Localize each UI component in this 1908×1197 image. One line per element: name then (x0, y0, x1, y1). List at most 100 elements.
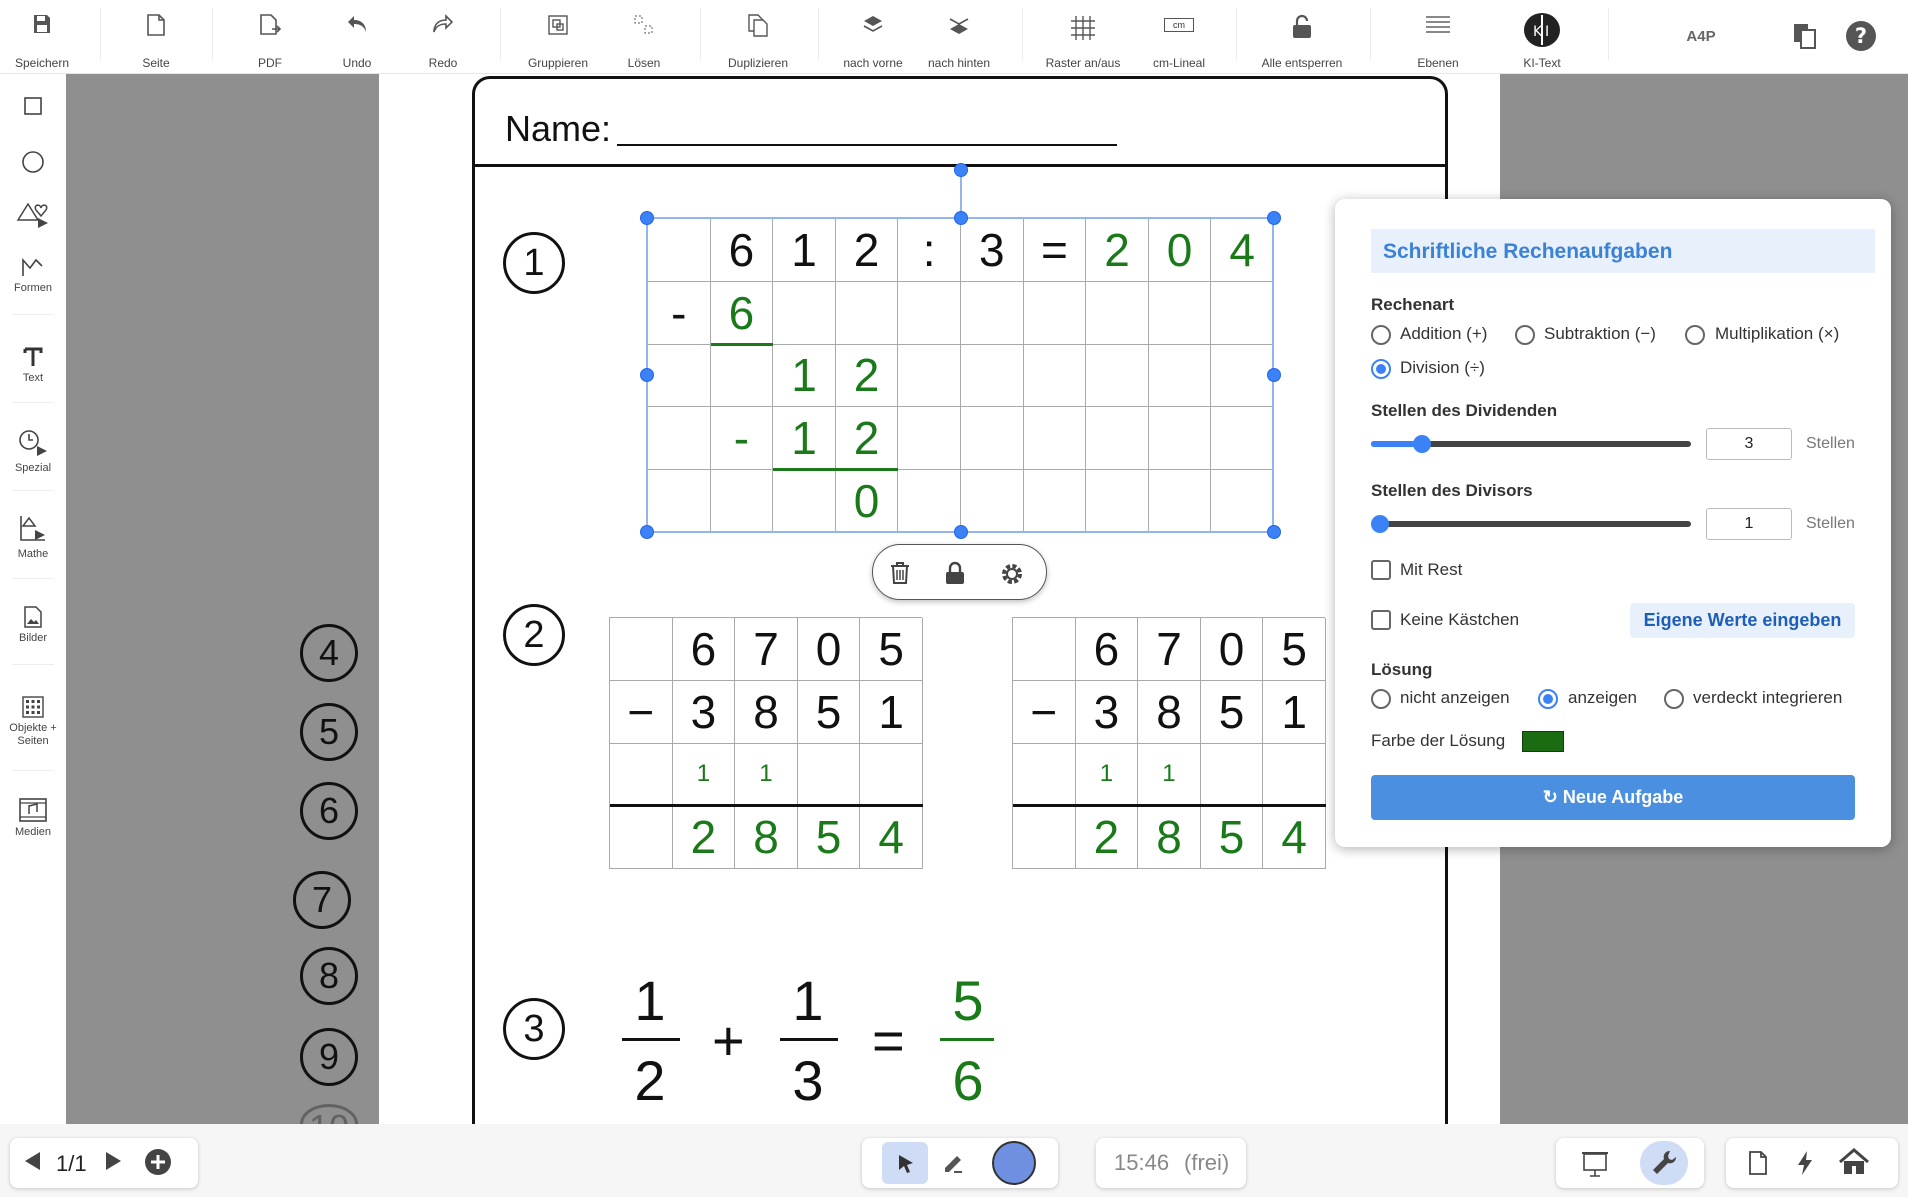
op-division-radio[interactable] (1371, 359, 1391, 379)
divisor-slider-knob[interactable] (1371, 515, 1389, 533)
resize-handle-tr[interactable] (1267, 211, 1281, 225)
group-button[interactable]: Gruppieren (522, 0, 594, 74)
objects-pages-tool[interactable]: Objekte + Seiten (0, 696, 66, 748)
redo-icon (433, 14, 454, 33)
circle-tool[interactable] (0, 150, 66, 174)
name-label: Name: (505, 108, 612, 149)
subtraction-cell: − (1013, 680, 1076, 744)
side-number-4[interactable]: 4 (300, 624, 358, 682)
own-values-button[interactable]: Eigene Werte eingeben (1630, 603, 1855, 638)
home-button[interactable] (1838, 1148, 1870, 1181)
save-button[interactable]: Speichern (8, 0, 76, 74)
divisor-label: Stellen des Divisors (1371, 481, 1533, 500)
subtraction-cell (610, 743, 673, 807)
side-number-7[interactable]: 7 (293, 871, 351, 929)
side-number-6[interactable]: 6 (300, 782, 358, 840)
resize-handle-bl[interactable] (640, 525, 654, 539)
lock-icon (946, 561, 964, 584)
divisor-input[interactable]: 1 (1706, 508, 1792, 540)
send-backward-icon (949, 18, 969, 34)
solution-covered-radio[interactable] (1664, 689, 1684, 709)
rotate-handle[interactable] (954, 163, 968, 177)
clock-status: (frei) (1184, 1150, 1230, 1175)
bring-forward-button[interactable]: nach vorne (836, 0, 910, 74)
resize-handle-l[interactable] (640, 368, 654, 382)
shapes-tool[interactable] (0, 198, 66, 232)
add-page-button[interactable] (144, 1148, 172, 1181)
resize-handle-br[interactable] (1267, 525, 1281, 539)
redo-button[interactable]: Redo (413, 0, 473, 74)
duplicate-button[interactable]: Duplizieren (718, 0, 798, 74)
subtraction-cell: 8 (1138, 806, 1201, 870)
top-toolbar: Speichern Seite PDF Undo Redo Gruppieren… (0, 0, 1908, 74)
dividend-input[interactable]: 3 (1706, 428, 1792, 460)
op-addition-radio[interactable] (1371, 325, 1391, 345)
side-number-8[interactable]: 8 (300, 947, 358, 1005)
shapes-menu[interactable]: Formen (0, 256, 66, 295)
remainder-checkbox[interactable] (1371, 560, 1391, 580)
no-boxes-checkbox[interactable] (1371, 610, 1391, 630)
subtraction-grid-right[interactable]: 6 7 0 5−3 8 5 1 1 1 2 8 5 4 (1012, 617, 1326, 870)
subtraction-cell: 5 (1200, 680, 1264, 744)
cm-ruler-button[interactable]: cm cm-Lineal (1146, 0, 1212, 74)
solution-show-radio[interactable] (1538, 689, 1558, 709)
undo-button[interactable]: Undo (327, 0, 387, 74)
ai-text-button[interactable]: KI KI-Text (1512, 0, 1572, 74)
presentation-button[interactable] (1580, 1150, 1610, 1183)
rectangle-tool[interactable] (0, 96, 66, 116)
clipboard-button[interactable] (1780, 0, 1830, 74)
subtraction-grid-left[interactable]: 6 7 0 5−3 8 5 1 1 1 2 8 5 4 (609, 617, 923, 870)
subtraction-cell: 7 (735, 618, 798, 681)
lock-button[interactable] (944, 561, 966, 590)
subtraction-cell: 4 (860, 806, 923, 870)
divisor-slider[interactable] (1371, 521, 1691, 527)
ruler-icon: cm (1164, 18, 1194, 32)
grid-toggle-button[interactable]: Raster an/aus (1040, 0, 1126, 74)
solution-color-swatch[interactable] (1522, 731, 1564, 752)
object-context-menu (872, 544, 1047, 600)
resize-handle-tl[interactable] (640, 211, 654, 225)
op-multiplication-radio[interactable] (1685, 325, 1705, 345)
math-tool[interactable]: Mathe (0, 514, 66, 561)
pen-tool-button[interactable] (942, 1152, 964, 1179)
pen-color-picker[interactable] (992, 1141, 1036, 1185)
send-backward-button[interactable]: nach hinten (920, 0, 998, 74)
subtraction-cell: 5 (1263, 618, 1326, 681)
resize-handle-r[interactable] (1267, 368, 1281, 382)
tools-button[interactable] (1640, 1141, 1688, 1185)
unlock-all-button[interactable]: Alle entsperren (1256, 0, 1348, 74)
format-button[interactable]: A4P (1676, 0, 1726, 74)
images-tool[interactable]: Bilder (0, 606, 66, 645)
text-tool[interactable]: Text (0, 346, 66, 385)
side-number-9[interactable]: 9 (300, 1028, 358, 1086)
subtraction-cell: 1 (1138, 743, 1201, 807)
pdf-icon (260, 14, 281, 35)
subtraction-cell (1200, 743, 1264, 807)
pdf-button[interactable]: PDF (240, 0, 300, 74)
new-task-button[interactable]: ↻ Neue Aufgabe (1371, 775, 1855, 820)
page-icon (147, 14, 165, 36)
delete-button[interactable] (889, 561, 911, 590)
special-tool[interactable]: Spezial (0, 428, 66, 475)
select-tool-button[interactable] (882, 1142, 928, 1184)
layers-button[interactable]: Ebenen (1410, 0, 1466, 74)
settings-button[interactable] (999, 561, 1025, 592)
subtraction-cell (1013, 618, 1076, 681)
prev-page-button[interactable] (22, 1150, 42, 1177)
side-number-5[interactable]: 5 (300, 703, 358, 761)
svg-text:?: ? (1855, 24, 1867, 48)
new-document-button[interactable] (1748, 1151, 1768, 1180)
solution-hide-radio[interactable] (1371, 689, 1391, 709)
resize-handle-t[interactable] (954, 211, 968, 225)
media-tool[interactable]: Medien (0, 798, 66, 839)
ungroup-button[interactable]: Lösen (614, 0, 674, 74)
help-button[interactable]: ? (1836, 0, 1886, 74)
quick-action-button[interactable] (1796, 1150, 1814, 1181)
op-subtraction-radio[interactable] (1515, 325, 1535, 345)
page-button[interactable]: Seite (126, 0, 186, 74)
fraction-plus: + (712, 1009, 745, 1072)
resize-handle-b[interactable] (954, 525, 968, 539)
fraction-b-numerator: 1 (792, 969, 824, 1032)
panel-title: Schriftliche Rechenaufgaben (1371, 229, 1875, 273)
next-page-button[interactable] (104, 1150, 124, 1177)
